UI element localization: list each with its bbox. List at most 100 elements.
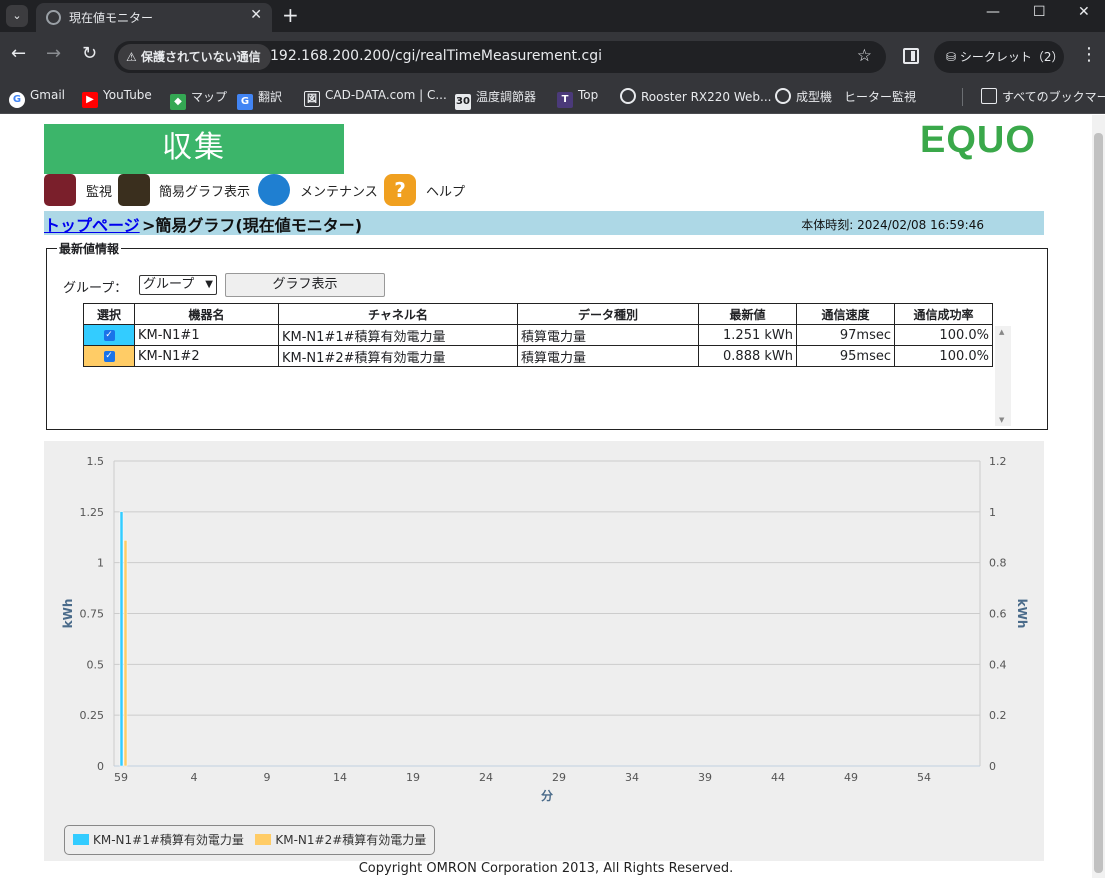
y2-axis-title: kWh xyxy=(1015,599,1029,629)
legend-item-2[interactable]: KM-N1#2#積算有効電力量 xyxy=(255,833,426,847)
device-clock: 本体時刻: 2024/02/08 16:59:46 xyxy=(801,218,984,232)
legend-swatch xyxy=(255,834,272,845)
type-cell: 積算電力量 xyxy=(517,345,699,367)
chart-svg: 0 0.25 0.5 0.75 1 1.25 1.5 0 0.2 0.4 0.6 0.8 1 1.2 59 4… xyxy=(61,455,1029,803)
bookmark-translate[interactable]: G 翻訳 xyxy=(237,88,282,110)
page-viewport: 収集 EQUO 監視 簡易グラフ表示 メンテナンス ? ヘルプ トップページ >… xyxy=(0,115,1092,878)
scroll-down-icon[interactable]: ▼ xyxy=(999,416,1004,424)
tab-current[interactable]: 現在値モニター ✕ xyxy=(36,3,272,32)
bookmark-maps[interactable]: ◆ マップ xyxy=(170,88,227,110)
latest-values-legend: 最新値情報 xyxy=(59,242,120,256)
reload-button[interactable]: ↻ xyxy=(82,44,97,64)
bar-2 xyxy=(123,540,128,767)
x-tick-label: 19 xyxy=(406,771,420,784)
channel-cell: KM-N1#2#積算有効電力量 xyxy=(278,345,518,367)
bookmark-youtube[interactable]: ▶ YouTube xyxy=(82,88,152,108)
measurement-table: 選択 機器名 チャネル名 データ種別 最新値 通信速度 通信成功率 ✓ KM-N… xyxy=(83,303,993,367)
table-scrollbar[interactable]: ▲ ▼ xyxy=(995,326,1011,426)
y-axis-title: kWh xyxy=(61,599,75,629)
x-tick-label: 39 xyxy=(698,771,712,784)
rate-cell: 100.0% xyxy=(894,345,993,367)
group-select-value: グループ xyxy=(143,277,195,292)
col-channel: チャネル名 xyxy=(278,303,518,325)
top-site-icon: T xyxy=(557,92,573,108)
x-tick-label: 44 xyxy=(771,771,785,784)
bookmark-top[interactable]: T Top xyxy=(557,88,598,108)
bookmark-cad-data[interactable]: 図 CAD-DATA.com | C... xyxy=(304,88,447,107)
copyright: Copyright OMRON Corporation 2013, All Ri… xyxy=(358,861,734,876)
bookmark-heater[interactable]: 成型機 ヒーター監視 xyxy=(775,88,916,105)
y2-tick-label: 0.4 xyxy=(989,658,1007,671)
y2-tick-label: 0.2 xyxy=(989,709,1007,722)
tab-title: 現在値モニター xyxy=(69,11,154,25)
bookmark-temperature[interactable]: 30 温度調節器 xyxy=(455,88,536,110)
x-tick-label: 59 xyxy=(114,771,128,784)
x-tick-label: 14 xyxy=(333,771,347,784)
scroll-up-icon[interactable]: ▲ xyxy=(999,328,1004,336)
cad-icon: 図 xyxy=(304,91,320,107)
legend-item-1[interactable]: KM-N1#1#積算有効電力量 xyxy=(73,833,244,847)
back-button[interactable]: ← xyxy=(11,44,26,64)
page-scrollbar[interactable] xyxy=(1092,115,1105,878)
close-window-button[interactable]: ✕ xyxy=(1078,4,1090,20)
y2-tick-label: 0.8 xyxy=(989,557,1007,570)
forward-button[interactable]: → xyxy=(46,44,61,64)
tab-close-icon[interactable]: ✕ xyxy=(250,7,262,23)
globe-icon xyxy=(46,10,61,25)
type-cell: 積算電力量 xyxy=(517,324,699,346)
side-panel-icon[interactable] xyxy=(903,48,919,64)
latest-cell: 0.888 kWh xyxy=(698,345,797,367)
security-label: 保護されていない通信 xyxy=(140,50,261,64)
warning-icon: ⚠ xyxy=(126,50,137,64)
latest-cell: 1.251 kWh xyxy=(698,324,797,346)
chart-panel: 0 0.25 0.5 0.75 1 1.25 1.5 0 0.2 0.4 0.6 0.8 1 1.2 59 4… xyxy=(44,441,1044,861)
x-tick-label: 4 xyxy=(191,771,198,784)
menu-kebab-icon[interactable]: ⋮ xyxy=(1080,45,1098,65)
tab-strip: ⌄ 現在値モニター ✕ + — ☐ ✕ xyxy=(0,0,1105,32)
security-chip[interactable]: ⚠ 保護されていない通信 xyxy=(118,44,271,70)
group-select[interactable]: グループ ▼ xyxy=(139,275,217,295)
x-tick-label: 24 xyxy=(479,771,493,784)
y-tick-label: 0 xyxy=(97,760,104,773)
equo-logo: EQUO xyxy=(920,119,1036,162)
address-bar[interactable]: ⚠ 保護されていない通信 192.168.200.200/cgi/realTim… xyxy=(114,41,886,73)
graph-display-button[interactable]: グラフ表示 xyxy=(225,273,385,297)
breadcrumb-top-link[interactable]: トップページ xyxy=(44,212,140,236)
col-speed: 通信速度 xyxy=(796,303,895,325)
graph-book-icon xyxy=(118,174,150,206)
browser-toolbar: ← → ↻ ⚠ 保護されていない通信 192.168.200.200/cgi/r… xyxy=(0,32,1105,80)
row-checkbox[interactable]: ✓ xyxy=(103,329,115,341)
x-tick-label: 9 xyxy=(264,771,271,784)
globe-icon xyxy=(775,88,791,104)
x-tick-label: 49 xyxy=(844,771,858,784)
globe-icon xyxy=(620,88,636,104)
new-tab-button[interactable]: + xyxy=(282,3,299,27)
all-bookmarks[interactable]: すべてのブックマーク xyxy=(981,88,1105,105)
x-tick-label: 34 xyxy=(625,771,639,784)
bookmark-rooster[interactable]: Rooster RX220 Web... xyxy=(620,88,771,104)
rate-cell: 100.0% xyxy=(894,324,993,346)
y-tick-label: 0.75 xyxy=(80,608,105,621)
page-title: >簡易グラフ(現在値モニター) xyxy=(142,216,363,235)
breadcrumb: トップページ >簡易グラフ(現在値モニター) 本体時刻: 2024/02/08 … xyxy=(44,211,1044,235)
page-scroll-thumb[interactable] xyxy=(1094,133,1103,873)
y-tick-label: 0.25 xyxy=(80,709,105,722)
bookmark-star-icon[interactable]: ☆ xyxy=(857,46,872,66)
maximize-button[interactable]: ☐ xyxy=(1033,4,1046,20)
minimize-button[interactable]: — xyxy=(986,4,1000,20)
row-select-cell: ✓ xyxy=(83,324,135,346)
y-tick-label: 1.5 xyxy=(87,455,105,468)
y2-tick-label: 1 xyxy=(989,506,996,519)
incognito-button[interactable]: ⛁ シークレット（2） xyxy=(934,41,1064,73)
group-label: グループ： xyxy=(63,281,128,296)
row-checkbox[interactable]: ✓ xyxy=(103,350,115,362)
table-row: ✓ KM-N1#1 KM-N1#1#積算有効電力量 積算電力量 1.251 kW… xyxy=(83,324,993,346)
bookmark-gmail[interactable]: G Gmail xyxy=(9,88,65,108)
device-cell: KM-N1#1 xyxy=(134,324,279,346)
tab-search-button[interactable]: ⌄ xyxy=(6,5,28,27)
col-select: 選択 xyxy=(83,303,135,325)
url-text[interactable]: 192.168.200.200/cgi/realTimeMeasurement.… xyxy=(270,48,602,64)
google-icon: G xyxy=(9,92,25,108)
bookmarks-separator xyxy=(962,88,963,106)
y2-tick-label: 0 xyxy=(989,760,996,773)
